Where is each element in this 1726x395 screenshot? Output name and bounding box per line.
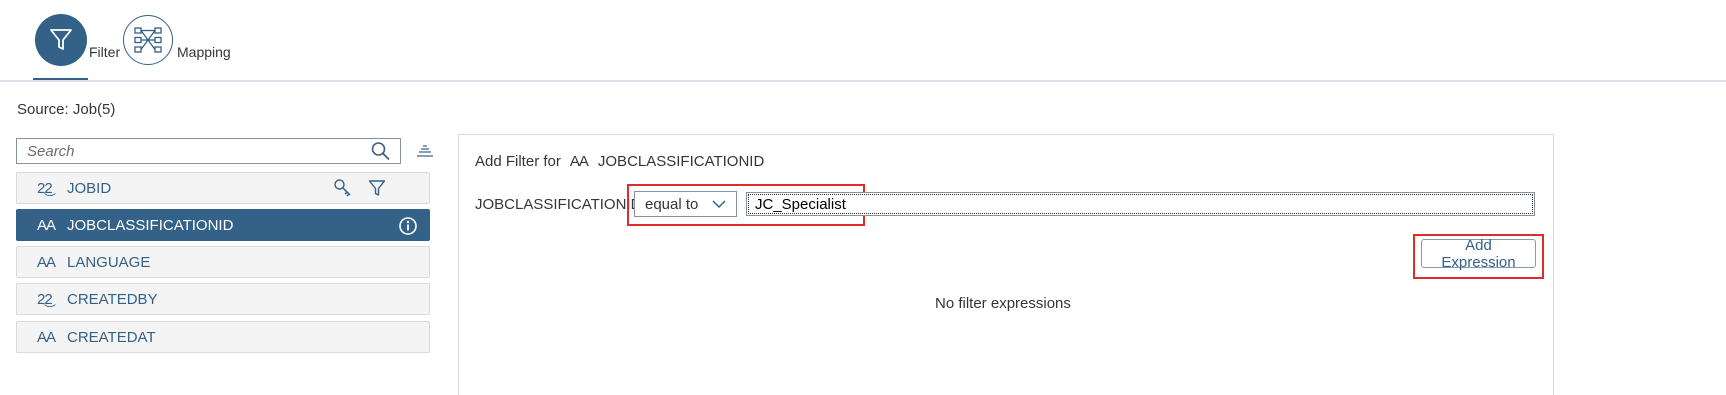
tab-mapping[interactable] bbox=[123, 15, 173, 65]
panel-title-prefix: Add Filter for bbox=[475, 153, 561, 170]
field-name: LANGUAGE bbox=[67, 253, 151, 271]
field-list-item-language[interactable]: AA LANGUAGE bbox=[16, 246, 430, 278]
mapping-icon bbox=[134, 27, 162, 53]
chevron-down-icon bbox=[712, 200, 726, 209]
field-list-item-createdat[interactable]: AA CREATEDAT bbox=[16, 321, 430, 353]
field-name: CREATEDAT bbox=[67, 328, 156, 346]
field-name: JOBCLASSIFICATIONID bbox=[67, 216, 234, 234]
number-type-icon: 2͜2 bbox=[37, 290, 53, 308]
operator-select[interactable]: equal to bbox=[634, 191, 737, 217]
filter-value-input[interactable] bbox=[746, 192, 1535, 216]
panel-title: Add Filter for AA JOBCLASSIFICATIONID bbox=[475, 153, 764, 170]
string-type-icon: AA bbox=[37, 328, 56, 346]
string-type-icon: AA bbox=[37, 253, 56, 271]
number-type-icon: 2͜2 bbox=[37, 179, 53, 197]
field-list-item-jobid[interactable]: 2͜2 JOBID bbox=[16, 172, 430, 204]
search-icon[interactable] bbox=[370, 141, 392, 161]
search-input[interactable] bbox=[17, 139, 370, 163]
add-expression-button[interactable]: Add Expression bbox=[1421, 237, 1536, 271]
panel-title-field: JOBCLASSIFICATIONID bbox=[597, 153, 765, 170]
funnel-icon bbox=[50, 29, 72, 50]
field-list-item-jobclassificationid[interactable]: AA JOBCLASSIFICATIONID bbox=[16, 209, 430, 241]
search-field[interactable] bbox=[16, 138, 401, 164]
operator-value: equal to bbox=[645, 195, 699, 213]
field-name: CREATEDBY bbox=[67, 290, 158, 308]
info-icon[interactable] bbox=[398, 216, 418, 236]
field-name: JOBID bbox=[67, 179, 112, 197]
field-list-item-createdby[interactable]: 2͜2 CREATEDBY bbox=[16, 283, 430, 315]
tab-mapping-label: Mapping bbox=[177, 44, 231, 60]
source-label: Source: Job(5) bbox=[17, 101, 116, 118]
header-divider bbox=[0, 80, 1726, 82]
string-type-icon: AA bbox=[37, 216, 56, 234]
filter-icon[interactable] bbox=[368, 179, 386, 197]
key-icon bbox=[334, 179, 351, 197]
sort-icon[interactable] bbox=[417, 144, 433, 158]
empty-expressions-text: No filter expressions bbox=[935, 295, 1071, 312]
filter-panel bbox=[458, 134, 1554, 395]
tab-filter-label: Filter bbox=[89, 44, 121, 60]
tab-filter[interactable] bbox=[35, 14, 87, 66]
string-type-icon: AA bbox=[569, 153, 589, 170]
filter-field-label: JOBCLASSIFICATIONID bbox=[475, 196, 642, 213]
